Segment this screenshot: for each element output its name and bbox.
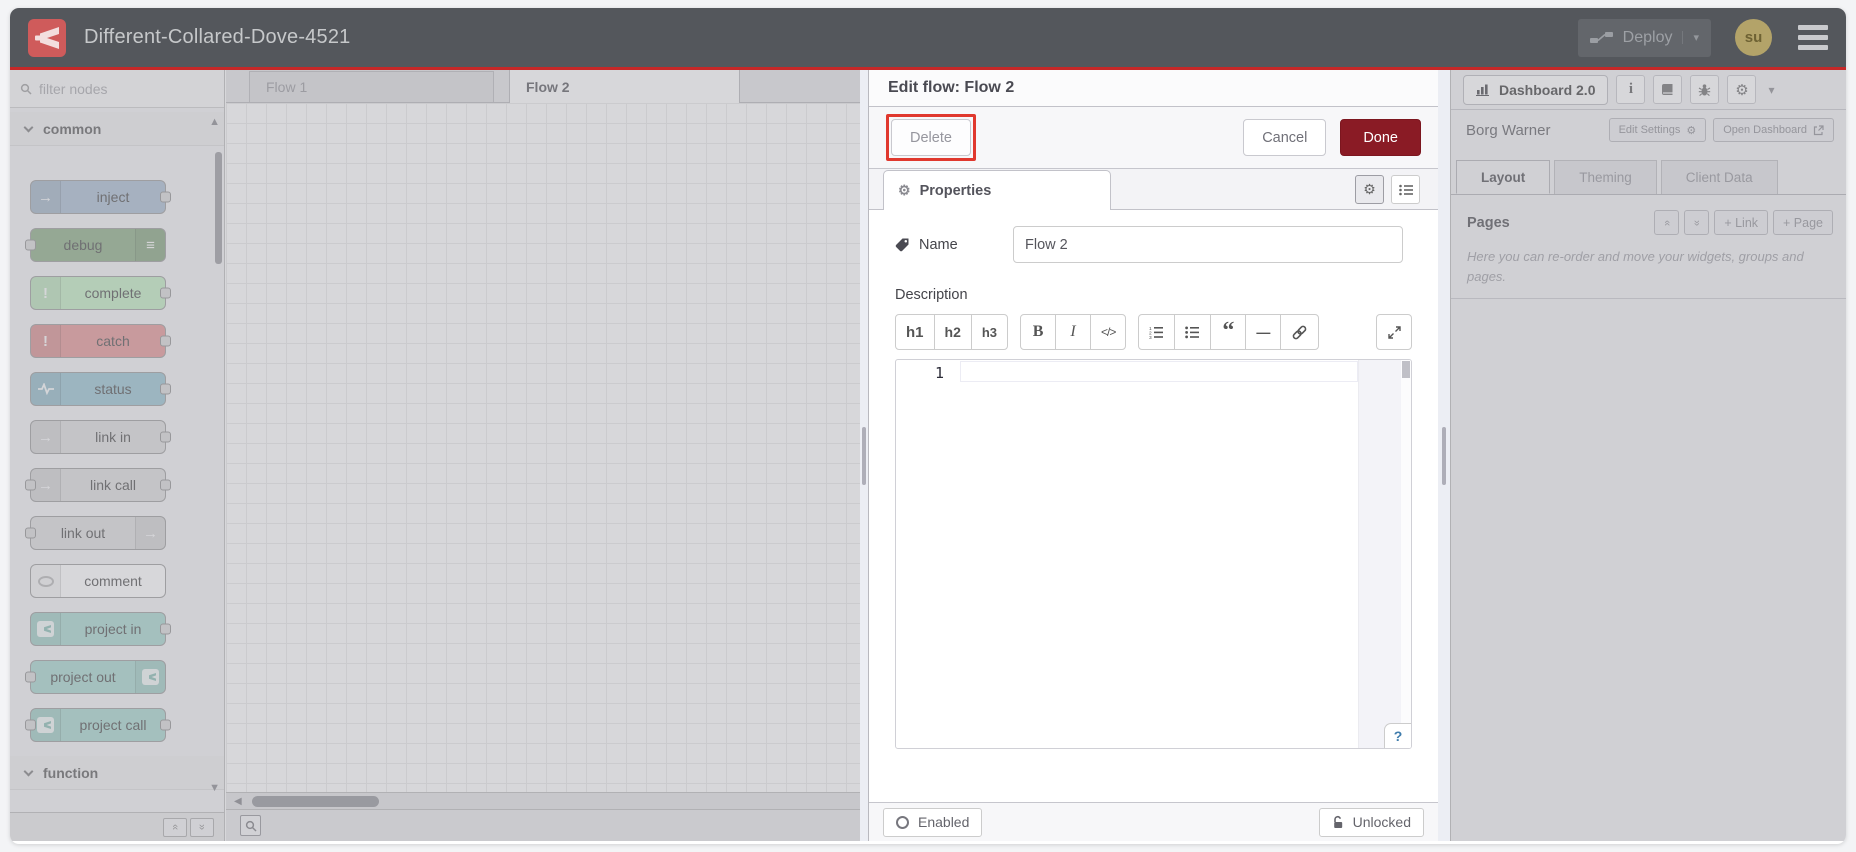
unlock-icon	[1333, 815, 1342, 828]
editor-content[interactable]	[960, 360, 1358, 748]
main-container: filter nodes common → inject debug ≡ ! c…	[10, 70, 1846, 841]
horizontal-rule-button[interactable]: —	[1245, 314, 1282, 350]
current-line-highlight	[960, 361, 1358, 382]
click-target-annotation: Delete	[886, 114, 976, 161]
bold-button[interactable]: B	[1020, 314, 1057, 350]
editor-minimap[interactable]	[1358, 360, 1401, 748]
name-label-text: Name	[919, 236, 958, 253]
app-title: Different-Collared-Dove-4521	[84, 26, 351, 48]
gear-icon: ⚙	[898, 182, 911, 198]
ordered-list-button[interactable]: 123	[1138, 314, 1176, 350]
name-label: Name	[895, 237, 1013, 253]
list-legend-icon	[1398, 184, 1413, 195]
unordered-list-button[interactable]	[1174, 314, 1212, 350]
tag-icon	[895, 238, 909, 252]
gear-icon: ⚙	[1363, 181, 1376, 197]
heading1-button[interactable]: h1	[895, 314, 935, 350]
tray-title: Edit flow: Flow 2	[869, 70, 1438, 107]
enabled-label: Enabled	[918, 814, 970, 830]
edit-description-button[interactable]	[1391, 175, 1420, 204]
name-row: Name	[895, 226, 1412, 263]
expand-icon	[1387, 325, 1401, 339]
line-number-gutter: 1	[896, 360, 960, 748]
flow-enabled-toggle[interactable]: Enabled	[883, 807, 983, 837]
edit-properties-button[interactable]: ⚙	[1355, 175, 1384, 204]
tab-properties[interactable]: ⚙ Properties	[883, 170, 1111, 210]
done-button[interactable]: Done	[1340, 119, 1421, 156]
app-window: Different-Collared-Dove-4521 Deploy ▾ su…	[10, 8, 1846, 844]
locked-label: Unlocked	[1352, 814, 1411, 830]
user-avatar[interactable]: su	[1735, 19, 1772, 56]
svg-text:3: 3	[1149, 335, 1152, 339]
tab-label: Properties	[919, 182, 992, 199]
tray-tab-bar: ⚙ Properties ⚙	[869, 169, 1438, 210]
delete-button[interactable]: Delete	[891, 119, 971, 156]
main-menu-icon[interactable]	[1798, 25, 1828, 50]
editor-scrollbar[interactable]	[1401, 360, 1411, 748]
line-number: 1	[934, 364, 944, 382]
flow-name-input[interactable]	[1013, 226, 1403, 263]
ordered-list-icon: 123	[1149, 326, 1164, 339]
tray-toolbar: Delete Cancel Done	[869, 107, 1438, 169]
expand-editor-button[interactable]	[1376, 314, 1412, 350]
description-label: Description	[895, 287, 968, 303]
sidebar-resize-handle[interactable]	[1438, 70, 1450, 841]
markdown-toolbar: h1 h2 h3 B I </> 123 “ —	[895, 314, 1412, 350]
heading3-button[interactable]: h3	[970, 314, 1009, 350]
avatar-initials: su	[1744, 29, 1763, 46]
tray-footer: Enabled Unlocked	[869, 802, 1438, 841]
italic-button[interactable]: I	[1055, 314, 1092, 350]
tray-body: Edit flow: Flow 2 Delete Cancel Done ⚙ P…	[868, 70, 1438, 841]
tray-resize-handle[interactable]	[860, 70, 868, 841]
quote-icon: “	[1222, 318, 1235, 344]
flow-lock-toggle[interactable]: Unlocked	[1318, 807, 1424, 837]
insert-link-button[interactable]	[1280, 314, 1320, 350]
heading2-button[interactable]: h2	[933, 314, 972, 350]
markdown-help-button[interactable]: ?	[1384, 723, 1411, 748]
screen: Different-Collared-Dove-4521 Deploy ▾ su…	[0, 0, 1856, 852]
node-red-logo-icon	[28, 18, 66, 57]
edit-flow-tray: Edit flow: Flow 2 Delete Cancel Done ⚙ P…	[860, 70, 1438, 841]
cancel-button[interactable]: Cancel	[1243, 119, 1327, 156]
code-button[interactable]: </>	[1090, 314, 1127, 350]
description-editor[interactable]: 1 ?	[895, 359, 1412, 749]
deploy-button[interactable]: Deploy ▾	[1577, 18, 1711, 57]
tray-title-text: Edit flow: Flow 2	[888, 79, 1015, 96]
tray-form: Name Description h1 h2 h3 B I	[869, 210, 1438, 802]
deploy-icon	[1589, 30, 1613, 45]
horizontal-rule-icon: —	[1256, 324, 1271, 340]
blockquote-button[interactable]: “	[1210, 314, 1247, 350]
unordered-list-icon	[1185, 326, 1200, 338]
deploy-caret-icon[interactable]: ▾	[1682, 31, 1699, 44]
link-icon	[1293, 325, 1307, 339]
radio-circle-icon	[896, 815, 909, 829]
header: Different-Collared-Dove-4521 Deploy ▾ su	[10, 8, 1846, 70]
deploy-label: Deploy	[1622, 28, 1673, 46]
